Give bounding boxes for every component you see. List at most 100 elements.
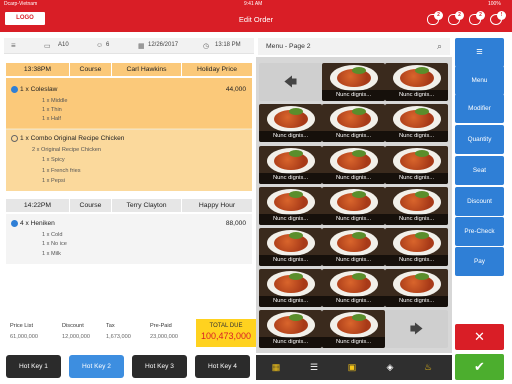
- group-server: Carl Hawkins: [112, 63, 182, 76]
- previous-page-button[interactable]: 🡄: [259, 63, 322, 101]
- settings-icon[interactable]: !: [490, 11, 506, 25]
- menu-item-tile[interactable]: Nunc dignis...: [322, 310, 385, 348]
- menu-item-label: Nunc dignis...: [322, 173, 385, 184]
- hamburger-icon[interactable]: ≡: [11, 41, 16, 50]
- quantity-button[interactable]: Quantity: [455, 125, 504, 154]
- dish-garnish: [352, 150, 366, 157]
- dish-garnish: [289, 314, 303, 321]
- total-due-value: 100,473,000: [200, 331, 252, 341]
- kitchen-badge: 2: [476, 11, 485, 20]
- modifier: 1 x Middle: [42, 98, 68, 104]
- menu-item-tile[interactable]: Nunc dignis...: [385, 104, 448, 142]
- item-price: 88,000: [225, 220, 246, 227]
- menu-item-label: Nunc dignis...: [385, 173, 448, 184]
- menu-item-tile[interactable]: Nunc dignis...: [322, 146, 385, 184]
- discount-button[interactable]: Discount: [455, 187, 504, 216]
- totals-bar: Price List 61,000,000 Discount 12,000,00…: [6, 319, 256, 347]
- menu-page-title: Menu - Page 2: [266, 43, 311, 50]
- modifier: 1 x Milk: [42, 251, 61, 257]
- cancel-button[interactable]: ✕: [455, 324, 504, 350]
- hot-key-4[interactable]: Hot Key 4: [195, 355, 250, 378]
- dish-garnish: [289, 150, 303, 157]
- menu-item-tile[interactable]: Nunc dignis...: [322, 269, 385, 307]
- dish-garnish: [352, 314, 366, 321]
- menu-item-tile[interactable]: Nunc dignis...: [322, 104, 385, 142]
- dish-garnish: [289, 191, 303, 198]
- check-icon[interactable]: [11, 135, 18, 142]
- menu-button[interactable]: Menu: [455, 66, 504, 95]
- menu-item-label: Nunc dignis...: [322, 296, 385, 307]
- table-number: A10: [58, 42, 69, 48]
- item-name: 4 x Heniken: [20, 220, 55, 227]
- pay-button[interactable]: Pay: [455, 247, 504, 276]
- hot-key-2[interactable]: Hot Key 2: [69, 355, 124, 378]
- menu-item-label: Nunc dignis...: [322, 255, 385, 266]
- settings-badge: !: [497, 11, 506, 20]
- view-toolbar: ▦ ☰ ▣ ◈ ♨: [256, 355, 452, 380]
- menu-item-label: Nunc dignis...: [322, 90, 385, 101]
- seat-button[interactable]: Seat: [455, 156, 504, 185]
- menu-item-tile[interactable]: Nunc dignis...: [322, 187, 385, 225]
- grid-view-icon[interactable]: ▦: [270, 361, 282, 373]
- pending-orders-badge: 2: [455, 11, 464, 20]
- modifier: 2 x Original Recipe Chicken: [32, 147, 102, 153]
- dish-garnish: [289, 108, 303, 115]
- menu-item-tile[interactable]: Nunc dignis...: [259, 187, 322, 225]
- menu-item-label: Nunc dignis...: [259, 214, 322, 225]
- guest-count: 6: [106, 42, 110, 48]
- item-name: 1 x Combo Original Recipe Chicken: [20, 135, 125, 142]
- food-icon[interactable]: ♨: [422, 361, 434, 373]
- menu-item-tile[interactable]: Nunc dignis...: [322, 228, 385, 266]
- pending-orders-icon[interactable]: 2: [448, 11, 464, 25]
- modifier: 1 x Spicy: [42, 157, 65, 163]
- item-price: 44,000: [225, 86, 246, 93]
- menu-item-tile[interactable]: Nunc dignis...: [259, 269, 322, 307]
- menu-toggle-button[interactable]: ≡: [455, 38, 504, 67]
- dish-garnish: [415, 67, 429, 74]
- menu-header: Menu - Page 2 ⌕: [258, 38, 450, 55]
- menu-item-tile[interactable]: Nunc dignis...: [259, 146, 322, 184]
- dish-garnish: [352, 108, 366, 115]
- total-due: TOTAL DUE 100,473,000: [196, 319, 256, 347]
- menu-item-tile[interactable]: Nunc dignis...: [385, 228, 448, 266]
- hot-key-3[interactable]: Hot Key 3: [132, 355, 187, 378]
- menu-item-tile[interactable]: Nunc dignis...: [322, 63, 385, 101]
- search-icon[interactable]: ⌕: [437, 41, 442, 52]
- menu-item-tile[interactable]: Nunc dignis...: [259, 310, 322, 348]
- guests-icon: ☺: [96, 42, 104, 49]
- check-icon[interactable]: [11, 220, 18, 227]
- pre-check-button[interactable]: Pre-Check: [455, 217, 504, 246]
- fish-icon[interactable]: ◈: [384, 361, 396, 373]
- list-view-icon[interactable]: ☰: [308, 361, 320, 373]
- menu-item-tile[interactable]: Nunc dignis...: [385, 269, 448, 307]
- menu-item-tile[interactable]: Nunc dignis...: [385, 146, 448, 184]
- menu-item-label: Nunc dignis...: [385, 214, 448, 225]
- menu-item-tile[interactable]: Nunc dignis...: [259, 228, 322, 266]
- order-group: 4 x Heniken 88,000 1 x Cold 1 x No ice 1…: [6, 214, 252, 264]
- discount-label: Discount: [62, 323, 84, 329]
- tax-label: Tax: [106, 323, 115, 329]
- confirm-button[interactable]: ✔: [455, 354, 504, 380]
- next-page-button[interactable]: 🡆: [385, 310, 448, 348]
- order-info-bar: ≡ ▭ A10 ☺ 6 ▦ 12/26/2017 ◷ 13:18 PM: [4, 38, 254, 54]
- dish-garnish: [415, 191, 429, 198]
- modifier: 1 x Half: [42, 116, 61, 122]
- notification-icon[interactable]: 2: [427, 11, 443, 25]
- carrier-label: Dcarp-Vietnam: [4, 1, 38, 7]
- menu-item-tile[interactable]: Nunc dignis...: [385, 187, 448, 225]
- group-header[interactable]: 14:22PM Course Terry Clayton Happy Hour: [6, 199, 252, 212]
- modifier: 1 x Thin: [42, 107, 62, 113]
- check-icon[interactable]: [11, 86, 18, 93]
- group-header[interactable]: 13:38PM Course Carl Hawkins Holiday Pric…: [6, 63, 252, 76]
- modifier: 1 x Pepsi: [42, 178, 66, 184]
- menu-item-tile[interactable]: Nunc dignis...: [385, 63, 448, 101]
- image-view-icon[interactable]: ▣: [346, 361, 358, 373]
- menu-item-label: Nunc dignis...: [385, 131, 448, 142]
- hot-key-1[interactable]: Hot Key 1: [6, 355, 61, 378]
- clock-icon: ◷: [203, 43, 210, 50]
- kitchen-icon[interactable]: 2: [469, 11, 485, 25]
- modifier-button[interactable]: Modifier: [455, 94, 504, 123]
- prepaid-value: 23,000,000: [150, 334, 178, 340]
- group-time: 13:38PM: [6, 63, 70, 76]
- menu-item-tile[interactable]: Nunc dignis...: [259, 104, 322, 142]
